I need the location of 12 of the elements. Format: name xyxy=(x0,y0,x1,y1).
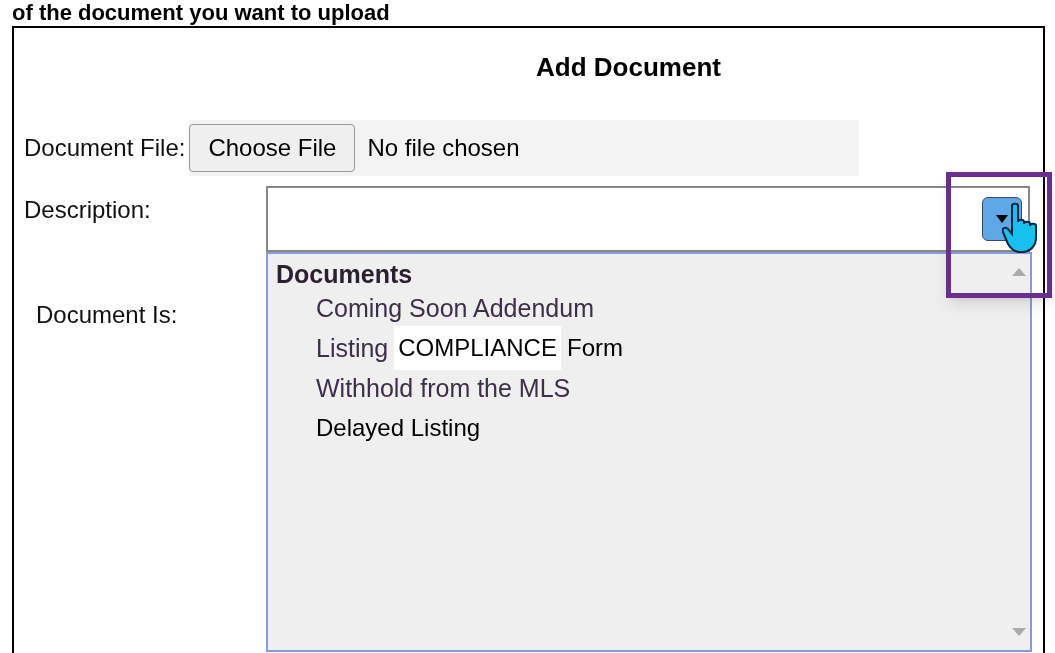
options-listbox[interactable]: Documents Coming Soon Addendum Listing COMPLIANCE Form Withhold from the MLS Delayed Listing xyxy=(266,252,1032,652)
file-status: No file chosen xyxy=(367,133,520,163)
choose-file-button[interactable]: Choose File xyxy=(189,124,356,172)
scroll-down-icon[interactable] xyxy=(1012,628,1026,636)
dialog-title: Add Document xyxy=(536,51,721,84)
file-input[interactable]: Choose File No file chosen xyxy=(189,120,860,176)
field-label: Description: xyxy=(24,195,152,225)
caret-down-icon xyxy=(996,215,1008,223)
field-label: Document File: xyxy=(24,133,186,163)
caption: of the document you want to upload xyxy=(11,0,390,26)
scroll-up-icon[interactable] xyxy=(1012,268,1026,276)
field-label: Document Is: xyxy=(36,301,178,328)
